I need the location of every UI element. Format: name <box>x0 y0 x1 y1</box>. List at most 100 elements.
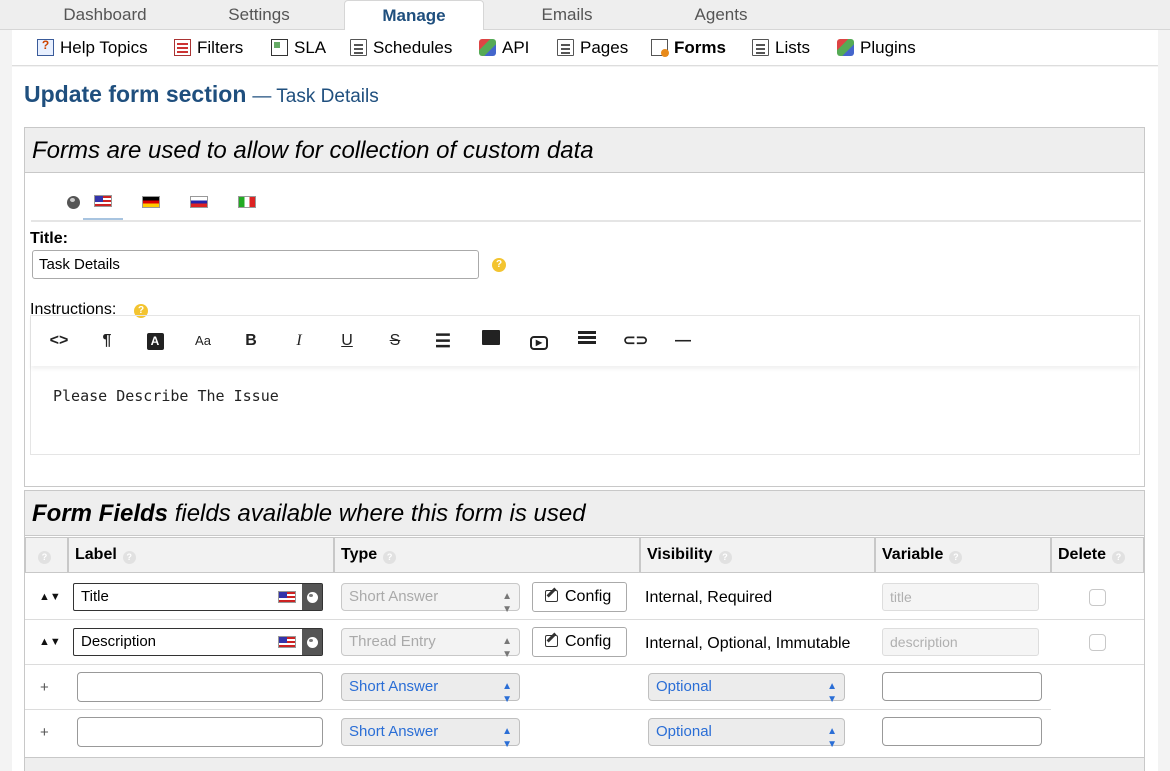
sort-handle-icon[interactable]: ▲▼ <box>39 637 61 648</box>
us-flag-icon <box>278 591 296 603</box>
subnav-sla[interactable]: SLA <box>271 30 326 66</box>
russian-flag-icon <box>190 196 208 208</box>
german-flag-icon <box>142 196 160 208</box>
form-section-header: Forms are used to allow for collection o… <box>25 128 1144 173</box>
new-field-label-input[interactable] <box>77 672 323 702</box>
new-field-variable-input[interactable] <box>882 672 1042 701</box>
delete-checkbox[interactable] <box>1089 589 1106 606</box>
variable-help-icon: ? <box>949 551 963 564</box>
config-button[interactable]: Config <box>532 582 627 612</box>
tab-language-ru[interactable] <box>179 184 219 220</box>
help-topics-icon <box>37 37 54 56</box>
subnav-api[interactable]: API <box>479 30 529 66</box>
tab-language-it[interactable] <box>227 184 267 220</box>
tab-language-en[interactable] <box>83 184 123 220</box>
visibility-help-icon: ? <box>718 551 732 564</box>
instructions-text[interactable]: Please Describe The Issue <box>53 387 279 405</box>
forms-icon <box>651 39 669 57</box>
field-type-select[interactable]: Short Answer ▲ ▼ <box>341 583 520 615</box>
tab-emails[interactable]: Emails <box>492 0 642 30</box>
globe-icon <box>306 636 318 648</box>
delete-checkbox[interactable] <box>1089 634 1106 651</box>
instructions-editor: <> ¶ A Aa B I U S ☰ ▶ ⊂⊃ — Please Descri… <box>30 315 1140 455</box>
subnav-help-topics[interactable]: Help Topics <box>37 30 148 66</box>
type-help-icon: ? <box>383 551 397 564</box>
select-arrows-icon: ▲ ▼ <box>502 591 512 615</box>
code-view-icon[interactable]: <> <box>47 330 71 352</box>
field-variable-input[interactable]: title <box>882 583 1039 611</box>
new-field-visibility-select[interactable]: Optional ▲ ▼ <box>648 718 845 750</box>
help-icon: ? <box>38 551 51 564</box>
video-icon[interactable]: ▶ <box>527 330 551 352</box>
language-tab-divider <box>31 220 1141 222</box>
link-icon[interactable]: ⊂⊃ <box>623 330 648 352</box>
delete-help-icon: ? <box>1112 551 1126 564</box>
select-arrows-icon: ▲ ▼ <box>827 681 837 705</box>
new-field-type-select[interactable]: Short Answer ▲ ▼ <box>341 673 520 705</box>
new-field-type-select[interactable]: Short Answer ▲ ▼ <box>341 718 520 750</box>
new-field-visibility-select[interactable]: Optional ▲ ▼ <box>648 673 845 705</box>
row-divider <box>25 619 1144 620</box>
sub-nav: Help Topics Filters SLA Schedules API Pa… <box>12 30 1158 66</box>
th-label: Label? <box>68 537 334 573</box>
italic-icon[interactable]: I <box>287 330 311 352</box>
subnav-lists[interactable]: Lists <box>752 30 810 66</box>
us-flag-icon <box>94 195 112 207</box>
new-field-label-input[interactable] <box>77 717 323 747</box>
select-arrows-icon: ▲ ▼ <box>827 726 837 750</box>
tab-language-de[interactable] <box>131 184 171 220</box>
tab-dashboard[interactable]: Dashboard <box>30 0 180 30</box>
edit-icon <box>545 590 558 602</box>
filters-icon <box>174 39 191 56</box>
strikethrough-icon[interactable]: S <box>383 330 407 352</box>
form-fields-header: Form Fields fields available where this … <box>25 491 1144 536</box>
api-icon <box>479 39 496 56</box>
th-delete: Delete? <box>1051 537 1144 573</box>
field-visibility: Internal, Optional, Immutable <box>645 635 851 652</box>
translate-button[interactable] <box>302 629 322 655</box>
page-title: Update form section — Task Details <box>24 81 379 107</box>
new-field-variable-input[interactable] <box>882 717 1042 746</box>
title-help-icon[interactable]: ? <box>492 258 506 272</box>
select-arrows-icon: ▲ ▼ <box>502 726 512 750</box>
form-section-panel: Forms are used to allow for collection o… <box>24 127 1145 487</box>
translate-button[interactable] <box>302 584 322 610</box>
horizontal-rule-icon[interactable]: — <box>671 330 695 352</box>
subnav-plugins[interactable]: Plugins <box>837 30 916 66</box>
subnav-filters[interactable]: Filters <box>174 30 243 66</box>
tab-manage[interactable]: Manage <box>344 0 484 31</box>
image-icon[interactable] <box>479 330 503 352</box>
th-type: Type? <box>334 537 640 573</box>
next-section-header <box>24 757 1145 771</box>
config-button[interactable]: Config <box>532 627 627 657</box>
pages-icon <box>557 39 574 56</box>
font-size-icon[interactable]: Aa <box>191 330 215 352</box>
table-icon[interactable] <box>575 330 599 352</box>
title-input[interactable] <box>32 250 479 279</box>
bold-icon[interactable]: B <box>239 330 263 352</box>
th-sort: ? <box>25 537 68 573</box>
list-icon[interactable]: ☰ <box>431 330 455 352</box>
paragraph-icon[interactable]: ¶ <box>95 330 119 352</box>
subnav-pages[interactable]: Pages <box>557 30 628 66</box>
lists-icon <box>752 39 769 56</box>
edit-icon <box>545 635 558 647</box>
page-subtitle: — Task Details <box>252 86 379 107</box>
field-type-select[interactable]: Thread Entry ▲ ▼ <box>341 628 520 660</box>
text-color-icon[interactable]: A <box>143 330 167 352</box>
field-label-input[interactable]: Description <box>73 628 323 656</box>
top-tab-bar: Dashboard Settings Manage Emails Agents <box>0 0 1170 31</box>
tab-settings[interactable]: Settings <box>184 0 334 30</box>
underline-icon[interactable]: U <box>335 330 359 352</box>
sort-handle-icon[interactable]: ▲▼ <box>39 592 61 603</box>
sla-icon <box>271 39 288 56</box>
editor-toolbar: <> ¶ A Aa B I U S ☰ ▶ ⊂⊃ — <box>31 316 1139 366</box>
label-help-icon: ? <box>122 551 136 564</box>
tab-agents[interactable]: Agents <box>646 0 796 30</box>
th-visibility: Visibility? <box>640 537 875 573</box>
field-label-input[interactable]: Title <box>73 583 323 611</box>
subnav-schedules[interactable]: Schedules <box>350 30 452 66</box>
subnav-forms[interactable]: Forms <box>651 30 726 66</box>
th-variable: Variable? <box>875 537 1051 573</box>
field-variable-input[interactable]: description <box>882 628 1039 656</box>
